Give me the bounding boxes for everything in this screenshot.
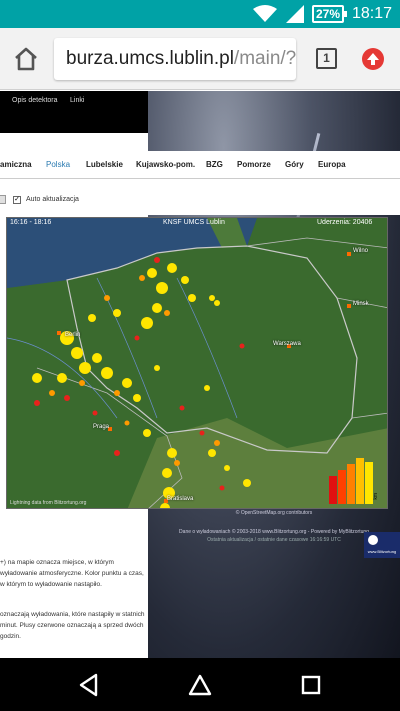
header-spacer bbox=[0, 133, 148, 151]
region-tabs: amiczna Polska Lubelskie Kujawsko-pom. B… bbox=[0, 151, 400, 179]
blitzortung-badge-label: www.Blitzortung bbox=[367, 549, 397, 554]
home-nav-icon[interactable] bbox=[187, 672, 213, 698]
tab-gory[interactable]: Góry bbox=[285, 160, 304, 169]
map-title: KNSF UMCS Lublin bbox=[163, 219, 225, 226]
city-label-wilno: Wilno bbox=[353, 248, 369, 254]
description-panel: +) na mapie oznacza miejsce, w którym wy… bbox=[0, 511, 148, 658]
strike-histogram: km bbox=[329, 454, 381, 504]
tab-switcher-button[interactable]: 1 bbox=[316, 48, 337, 69]
city-label-berlin: Berlin bbox=[65, 332, 81, 338]
site-top-nav: Opis detektora Linki bbox=[0, 91, 148, 133]
auto-update-checkbox[interactable]: ✓ bbox=[13, 196, 21, 204]
blitzortung-badge[interactable]: www.Blitzortung bbox=[364, 532, 400, 558]
map-controls: ✓ Auto aktualizacja bbox=[0, 179, 400, 215]
map-time-range: 16:16 - 18:16 bbox=[10, 219, 52, 226]
tab-kujawsko-pom[interactable]: Kujawsko-pom. bbox=[136, 160, 195, 169]
browser-toolbar: burza.umcs.lublin.pl/main/? 1 bbox=[0, 28, 400, 90]
tab-europa[interactable]: Europa bbox=[318, 160, 346, 169]
url-path: /main/? bbox=[233, 48, 296, 69]
phone-screen: 27% 18:17 burza.umcs.lublin.pl/main/? 1 … bbox=[0, 0, 400, 711]
lightning-map[interactable]: 16:16 - 18:16 KNSF UMCS Lublin Uderzenia… bbox=[6, 217, 388, 509]
description-paragraph-2: oznaczają wyładowania, które nastąpiły w… bbox=[0, 611, 145, 640]
back-icon[interactable] bbox=[76, 672, 102, 698]
map-info-bar: 16:16 - 18:16 KNSF UMCS Lublin Uderzenia… bbox=[7, 218, 387, 229]
credits-line-2: Ostatnia aktualizacja / ostatnie dane cz… bbox=[207, 537, 341, 543]
nav-link-linki[interactable]: Linki bbox=[70, 97, 84, 104]
battery-indicator: 27% bbox=[312, 5, 347, 23]
home-icon[interactable] bbox=[12, 45, 40, 73]
city-label-bratislava: Bratislava bbox=[167, 496, 194, 502]
credits-line-1[interactable]: Dane o wyładowaniach © 2003-2018 www.Bli… bbox=[148, 528, 400, 536]
url-host: burza.umcs.lublin.pl bbox=[66, 48, 234, 69]
city-label-warszawa: Warszawa bbox=[273, 341, 301, 347]
arrow-up-icon bbox=[367, 53, 379, 65]
web-content: Opis detektora Linki amiczna Polska Lube… bbox=[0, 91, 400, 658]
histogram-label: km bbox=[373, 493, 379, 500]
osm-credit[interactable]: © OpenStreetMap.org contributors bbox=[148, 510, 400, 516]
clock: 18:17 bbox=[352, 5, 393, 22]
tab-dynamiczna[interactable]: amiczna bbox=[0, 160, 32, 169]
city-label-praga: Praga bbox=[93, 424, 110, 430]
map-strike-count: Uderzenia: 20406 bbox=[317, 219, 373, 226]
footer-credits: Dane o wyładowaniach © 2003-2018 www.Bli… bbox=[148, 528, 400, 544]
blitzortung-logo-icon bbox=[368, 535, 378, 545]
nav-link-opis[interactable]: Opis detektora bbox=[12, 97, 58, 104]
tab-bzg[interactable]: BZG bbox=[206, 160, 223, 169]
status-bar: 27% 18:17 bbox=[0, 0, 400, 28]
control-button[interactable] bbox=[0, 195, 6, 204]
recent-apps-icon[interactable] bbox=[298, 672, 324, 698]
tab-lubelskie[interactable]: Lubelskie bbox=[86, 160, 123, 169]
map-data-source: Lightning data from Blitzortung.org bbox=[10, 500, 87, 506]
wifi-icon bbox=[253, 5, 277, 22]
auto-update-label: Auto aktualizacja bbox=[26, 196, 79, 203]
navigation-bar bbox=[0, 658, 400, 711]
tab-polska[interactable]: Polska bbox=[46, 160, 70, 169]
city-label-minsk: Minsk bbox=[353, 301, 369, 307]
chrome-update-button[interactable] bbox=[362, 48, 384, 70]
signal-icon bbox=[286, 5, 304, 23]
tab-pomorze[interactable]: Pomorze bbox=[237, 160, 271, 169]
description-paragraph-1: +) na mapie oznacza miejsce, w którym wy… bbox=[0, 559, 144, 588]
address-bar[interactable]: burza.umcs.lublin.pl/main/? bbox=[54, 38, 296, 80]
